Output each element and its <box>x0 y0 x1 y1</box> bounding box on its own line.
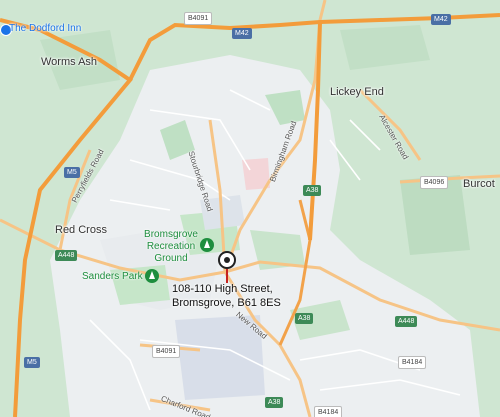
location-pin-icon[interactable] <box>217 250 237 284</box>
a38-shield: A38 <box>265 397 284 408</box>
lickey-end-label: Lickey End <box>330 86 384 98</box>
b4091-shield: B4091 <box>184 12 213 25</box>
tree-icon[interactable] <box>200 238 214 252</box>
b4096-shield: B4096 <box>420 176 449 189</box>
m5-shield: M5 <box>64 167 80 178</box>
b4184-shield: B4184 <box>314 406 343 417</box>
sanders-park-label[interactable]: Sanders Park <box>82 271 143 283</box>
tree-icon[interactable] <box>145 269 159 283</box>
a38-shield: A38 <box>295 313 314 324</box>
recreation-ground-label[interactable]: Bromsgrove Recreation Ground <box>143 229 199 265</box>
address-line-1: 108-110 High Street, <box>172 283 273 295</box>
a448-shield: A448 <box>395 316 418 327</box>
address-line-2: Bromsgrove, B61 8ES <box>172 297 281 309</box>
worms-ash-label: Worms Ash <box>41 56 98 68</box>
b4184-shield: B4184 <box>398 356 427 369</box>
a448-shield: A448 <box>55 250 78 261</box>
m5-shield: M5 <box>24 357 40 368</box>
marker-address[interactable]: 108-110 High Street, Bromsgrove, B61 8ES <box>172 282 281 310</box>
a38-shield: A38 <box>303 185 322 196</box>
map-canvas[interactable]: The Dodford Inn Worms Ash Lickey End Bur… <box>0 0 500 417</box>
b4091-shield: B4091 <box>152 345 181 358</box>
m42-shield: M42 <box>232 28 252 39</box>
dodford-inn-label[interactable]: The Dodford Inn <box>9 23 81 34</box>
red-cross-label: Red Cross <box>55 224 107 236</box>
m42-shield: M42 <box>431 14 451 25</box>
burcot-label: Burcot <box>463 178 495 190</box>
